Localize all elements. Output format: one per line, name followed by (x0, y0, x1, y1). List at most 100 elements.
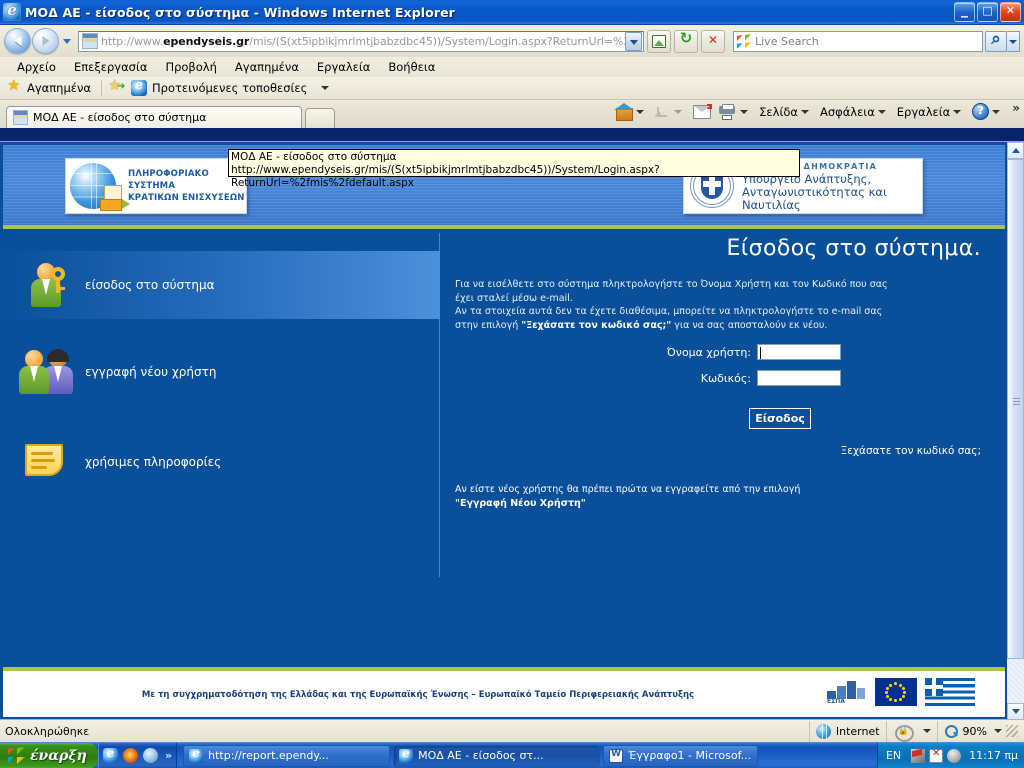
windows-taskbar: έναρξη » http://report.ependy... ΜΟΔ ΑΕ … (0, 742, 1024, 768)
suggested-sites-label[interactable]: Προτεινόμενες τοποθεσίες (152, 81, 307, 95)
document-folder-icon (100, 185, 130, 211)
address-bar[interactable]: http://www.ependyseis.gr/mis/(S(xt5ipbik… (78, 30, 644, 52)
security-zone-cell[interactable]: Internet (808, 720, 886, 742)
volume-icon[interactable] (947, 748, 962, 763)
back-button[interactable] (4, 28, 31, 54)
printer-icon (717, 103, 737, 120)
menu-login-label: είσοδος στο σύστημα (85, 278, 215, 292)
security-shield-icon[interactable] (929, 748, 944, 763)
tools-menu-button[interactable]: Εργαλεία (894, 105, 969, 119)
scroll-down-button[interactable] (1007, 703, 1024, 719)
menu-register-label: εγγραφή νέου χρήστη (85, 365, 217, 379)
menu-item-edit[interactable]: Επεξεργασία (65, 58, 156, 76)
home-chevron-down-icon[interactable] (636, 109, 645, 114)
menu-info[interactable]: χρήσιμες πληροφορίες (3, 428, 440, 496)
minimize-button[interactable]: _ (954, 2, 975, 22)
quicklaunch-overflow-button[interactable]: » (165, 749, 172, 762)
search-go-button[interactable] (985, 29, 1007, 52)
page-scrollbar-vertical[interactable] (1007, 142, 1024, 719)
history-dropdown-button[interactable] (60, 31, 74, 51)
compatibility-view-button[interactable] (647, 29, 671, 53)
menu-item-tools[interactable]: Εργαλεία (308, 58, 379, 76)
footer-logos: ΕΣΠΑ (825, 678, 975, 706)
key-icon (43, 267, 65, 293)
resize-grip[interactable] (1006, 725, 1018, 737)
protected-mode-cell[interactable] (885, 720, 937, 742)
login-instructions-line3: Αν τα στοιχεία αυτά δεν τα έχετε διαθέσι… (455, 306, 883, 317)
favorites-bar: Αγαπημένα Προτεινόμενες τοποθεσίες (0, 76, 1024, 100)
tab-bar: ΜΟΔ ΑΕ - είσοδος στο σύστημα Σελίδα Ασφά… (0, 100, 1024, 128)
menu-item-view[interactable]: Προβολή (156, 58, 225, 76)
tab-favicon-icon (13, 110, 28, 125)
suggested-sites-chevron-down-icon[interactable] (321, 86, 330, 90)
taskbar-item-word[interactable]: Έγγραφο1 - Microsof... (603, 744, 759, 767)
forward-button[interactable] (32, 28, 59, 54)
mail-button[interactable] (690, 103, 714, 119)
maximize-icon: □ (982, 4, 993, 17)
taskbar-clock[interactable]: 11:17 πμ (969, 749, 1018, 762)
help-menu-button[interactable] (969, 103, 1008, 120)
menu-info-label: χρήσιμες πληροφορίες (85, 455, 222, 469)
address-input[interactable]: http://www.ependyseis.gr/mis/(S(xt5ipbik… (101, 35, 625, 48)
zoom-cell[interactable]: 90% (936, 720, 1024, 742)
stop-button[interactable] (701, 29, 725, 53)
login-instructions-line1: Για να εισέλθετε στο σύστημα πληκτρολογή… (455, 279, 888, 290)
page-menu-button[interactable]: Σελίδα (756, 105, 817, 119)
command-bar-overflow-button[interactable]: » (1012, 101, 1020, 115)
ie-icon (189, 746, 204, 763)
home-button[interactable] (612, 102, 652, 121)
quicklaunch-ie-icon[interactable] (103, 746, 118, 763)
password-label: Κωδικός: (700, 371, 751, 385)
maximize-button[interactable]: □ (977, 2, 998, 22)
menu-register[interactable]: εγγραφή νέου χρήστη (3, 338, 440, 406)
password-input[interactable] (757, 370, 841, 386)
new-user-note-pre: Αν είστε νέος χρήστης θα πρέπει πρώτα να… (455, 484, 801, 495)
taskbar-item-report[interactable]: http://report.ependy... (183, 744, 391, 767)
close-button[interactable]: ✕ (1000, 2, 1021, 22)
print-button[interactable] (714, 103, 756, 120)
tooltip-url: http://www.ependyseis.gr/mis/(S(xt5ipbik… (231, 164, 660, 189)
menu-item-help[interactable]: Βοήθεια (379, 58, 444, 76)
menu-item-favorites[interactable]: Αγαπημένα (226, 58, 308, 76)
password-row: Κωδικός: (601, 370, 841, 386)
print-chevron-down-icon[interactable] (740, 109, 749, 114)
forgot-password-link[interactable]: Ξεχάσατε τον κωδικό σας; (441, 445, 981, 457)
menu-item-file[interactable]: Αρχείο (8, 58, 65, 76)
login-title: Είσοδος στο σύστημα. (726, 236, 981, 261)
home-icon (614, 102, 635, 121)
quick-launch-bar: » (98, 742, 178, 768)
new-tab-button[interactable] (305, 108, 335, 128)
network-icon[interactable] (911, 748, 926, 763)
tab-active[interactable]: ΜΟΔ ΑΕ - είσοδος στο σύστημα (6, 106, 302, 128)
protected-mode-chevron-down-icon[interactable] (922, 729, 931, 733)
window-titlebar: ΜΟΔ ΑΕ - είσοδος στο σύστημα - Windows I… (0, 0, 1024, 25)
refresh-button[interactable] (674, 29, 698, 53)
taskbar-item-mod-ae[interactable]: ΜΟΔ ΑΕ - είσοδος στ... (393, 744, 601, 767)
favorites-star-icon (7, 76, 23, 95)
add-to-favorites-icon[interactable] (108, 76, 126, 95)
search-box[interactable]: Live Search (733, 30, 983, 52)
quicklaunch-show-desktop-icon[interactable] (143, 748, 158, 763)
taskbar-item-label: ΜΟΔ ΑΕ - είσοδος στ... (418, 749, 544, 762)
compatibility-icon (652, 34, 666, 48)
language-indicator[interactable]: EN (886, 749, 901, 762)
search-provider-dropdown[interactable] (1007, 30, 1020, 52)
username-input[interactable] (757, 344, 841, 360)
feeds-chevron-down-icon[interactable] (674, 109, 683, 114)
menu-login[interactable]: είσοδος στο σύστημα (3, 251, 440, 319)
feeds-button[interactable] (652, 104, 690, 119)
scrollbar-thumb[interactable] (1007, 159, 1024, 659)
scrollbar-track[interactable] (1007, 159, 1024, 703)
start-button[interactable]: έναρξη (0, 742, 98, 768)
windows-logo-icon (8, 746, 25, 765)
safety-menu-button[interactable]: Ασφάλεια (817, 105, 894, 119)
search-input[interactable]: Live Search (755, 35, 982, 48)
scroll-up-button[interactable] (1007, 142, 1024, 159)
zoom-chevron-down-icon[interactable] (994, 729, 1002, 733)
page-body: είσοδος στο σύστημα εγγραφή νέου χρήστη (3, 233, 1005, 667)
login-submit-button[interactable]: Είσοδος (749, 408, 811, 429)
favorites-button-label[interactable]: Αγαπημένα (27, 81, 91, 95)
quicklaunch-firefox-icon[interactable] (123, 748, 138, 763)
eu-flag-icon (875, 678, 917, 706)
address-dropdown-button[interactable] (625, 31, 642, 51)
